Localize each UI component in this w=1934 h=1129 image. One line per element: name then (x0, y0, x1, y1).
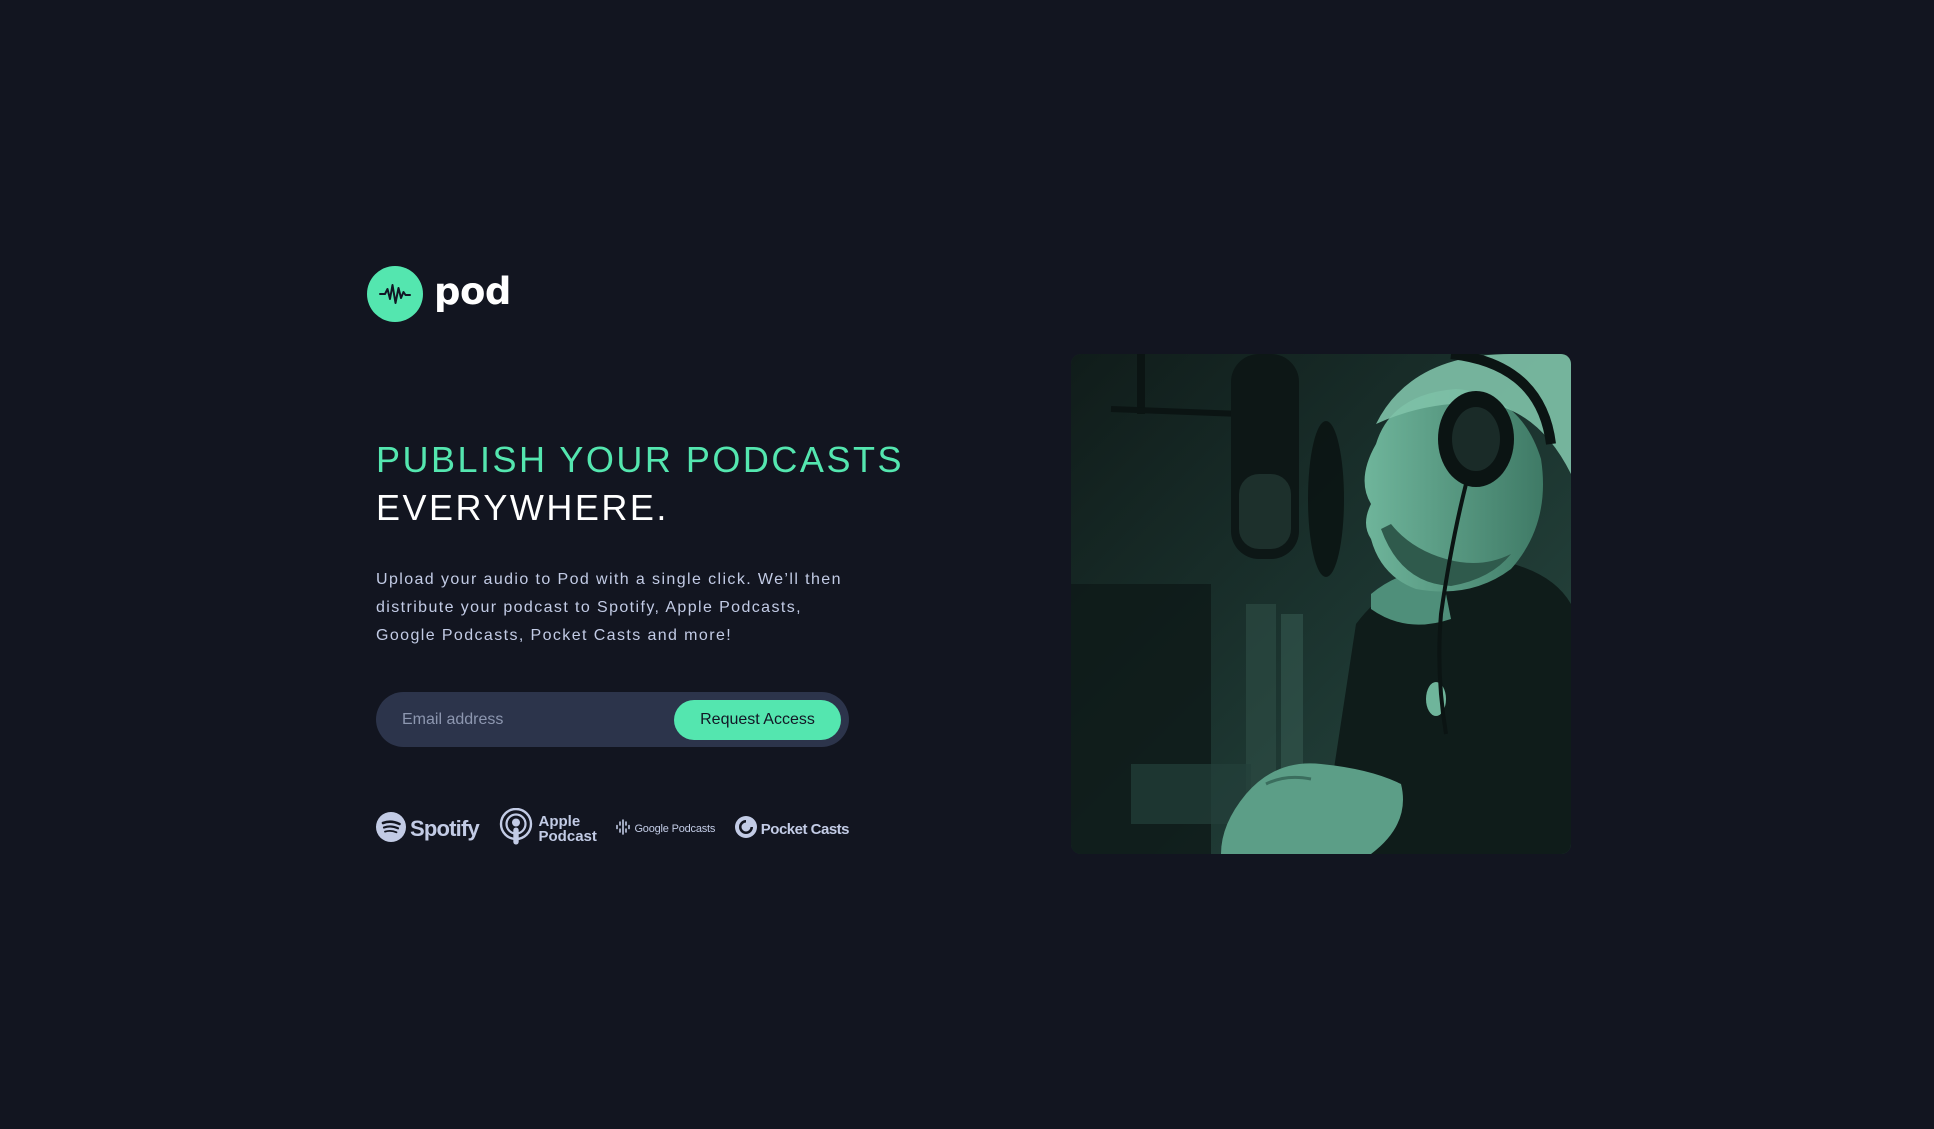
email-input[interactable] (400, 698, 674, 741)
platform-spotify: Spotify (376, 811, 480, 847)
headline-line-2: EVERYWHERE. (376, 487, 669, 528)
platform-logos: Spotify Apple Podcast Google Podcasts Po… (376, 807, 850, 851)
pocket-casts-label: Pocket Casts (760, 820, 850, 838)
apple-podcasts-icon (499, 807, 533, 851)
headline-line-1: PUBLISH YOUR PODCASTS (376, 439, 904, 480)
hero-image (1071, 354, 1571, 854)
spotify-icon (376, 811, 406, 847)
apple-podcasts-label-line-2: Podcast (538, 828, 597, 845)
headline: PUBLISH YOUR PODCASTS EVERYWHERE. (376, 436, 904, 532)
logo-text: pod (434, 269, 511, 313)
google-podcasts-icon (616, 818, 631, 840)
apple-podcasts-label-line-1: Apple (538, 813, 581, 830)
apple-podcasts-label: Apple Podcast (539, 814, 597, 844)
logo[interactable]: pod (367, 266, 511, 322)
spotify-label: Spotify (410, 816, 480, 841)
pocket-casts-icon (734, 815, 757, 843)
signup-form: Request Access (376, 692, 849, 747)
request-access-button[interactable]: Request Access (674, 699, 841, 740)
platform-google-podcasts: Google Podcasts (616, 818, 716, 840)
waveform-icon (367, 266, 423, 322)
description: Upload your audio to Pod with a single c… (376, 571, 842, 644)
platform-pocket-casts: Pocket Casts (734, 815, 850, 843)
landing-page: pod PUBLISH YOUR PODCASTS EVERYWHERE. Up… (0, 0, 1934, 1129)
google-podcasts-label: Google Podcasts (634, 823, 716, 835)
platform-apple-podcasts: Apple Podcast (499, 807, 597, 851)
